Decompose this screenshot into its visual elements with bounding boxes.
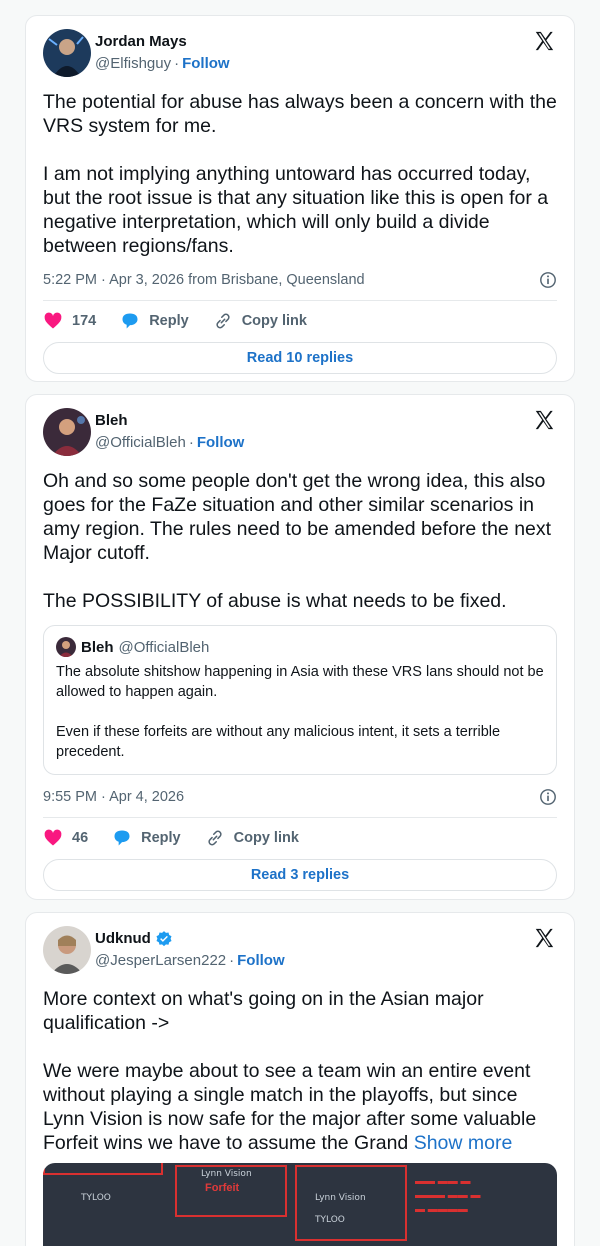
heart-icon xyxy=(44,829,62,846)
author-handle[interactable]: @JesperLarsen222 xyxy=(95,952,226,969)
tweet-timestamp[interactable]: 5:22 PM · Apr 3, 2026 from Brisbane, Que… xyxy=(43,272,365,288)
tweet-timestamp[interactable]: 9:55 PM · Apr 4, 2026 xyxy=(43,789,184,805)
avatar[interactable] xyxy=(43,408,91,456)
like-button[interactable]: 46 xyxy=(43,828,88,848)
tweet-text: The potential for abuse has always been … xyxy=(43,91,557,257)
reply-bubble-icon xyxy=(122,313,138,329)
avatar[interactable] xyxy=(43,29,91,77)
reply-button[interactable]: Reply xyxy=(112,828,181,848)
reply-bubble-icon xyxy=(114,830,130,846)
quoted-text: The absolute shitshow happening in Asia … xyxy=(56,664,544,760)
like-count: 174 xyxy=(72,313,97,329)
tweet-text: Oh and so some people don't get the wron… xyxy=(43,470,552,612)
tweet-header: Udknud @JesperLarsen222 · Follow xyxy=(43,925,557,975)
reply-label: Reply xyxy=(149,313,189,329)
link-icon xyxy=(216,313,230,329)
bracket-team: Lynn Vision xyxy=(315,1193,366,1203)
bracket-team: TYLOO xyxy=(315,1215,345,1225)
quoted-tweet[interactable]: Bleh @OfficialBleh The absolute shitshow… xyxy=(43,625,557,775)
verified-badge-icon xyxy=(156,931,172,947)
bracket-team: TYLOO xyxy=(81,1193,111,1203)
annotation-text: ▬▬ ▬▬ ▬ ▬▬▬ ▬▬ ▬ ▬ ▬▬▬▬ xyxy=(415,1176,481,1215)
heart-icon xyxy=(44,312,62,329)
tweet-header: Bleh @OfficialBleh · Follow xyxy=(43,407,557,457)
bracket-highlight xyxy=(295,1165,407,1241)
quoted-author-handle: @OfficialBleh xyxy=(118,638,210,656)
avatar[interactable] xyxy=(43,926,91,974)
copy-link-label: Copy link xyxy=(233,830,299,846)
author-name[interactable]: Udknud xyxy=(95,928,151,950)
quoted-avatar xyxy=(56,637,76,657)
tweet-card: Bleh @OfficialBleh · Follow Oh and so some… xyxy=(25,394,575,900)
info-icon[interactable] xyxy=(539,788,557,806)
reply-label: Reply xyxy=(141,830,181,846)
forfeit-label: Forfeit xyxy=(205,1182,240,1194)
tweet-header: Jordan Mays @Elfishguy · Follow xyxy=(43,28,557,78)
bracket-highlight xyxy=(43,1163,163,1175)
read-replies-button[interactable]: Read 10 replies xyxy=(43,342,557,374)
copy-link-button[interactable]: Copy link xyxy=(205,828,299,848)
tweet-media-image[interactable]: TYLOO Lynn Vision Forfeit Lynn Vision TY… xyxy=(43,1163,557,1246)
copy-link-button[interactable]: Copy link xyxy=(213,311,307,331)
x-logo-icon[interactable] xyxy=(533,927,555,949)
show-more-link[interactable]: Show more xyxy=(414,1132,513,1154)
tweet-text: More context on what's going on in the A… xyxy=(43,987,557,1155)
author-handle[interactable]: @OfficialBleh xyxy=(95,434,186,451)
copy-link-label: Copy link xyxy=(241,313,307,329)
tweet-card: Jordan Mays @Elfishguy · Follow The potent… xyxy=(25,15,575,382)
link-icon xyxy=(208,830,222,846)
author-name[interactable]: Bleh xyxy=(95,410,244,432)
quoted-author-name: Bleh xyxy=(81,638,114,656)
x-logo-icon[interactable] xyxy=(533,409,555,431)
like-count: 46 xyxy=(72,830,89,846)
author-handle[interactable]: @Elfishguy xyxy=(95,55,171,72)
read-replies-button[interactable]: Read 3 replies xyxy=(43,859,557,891)
tweet-text-body: More context on what's going on in the A… xyxy=(43,988,537,1154)
author-name[interactable]: Jordan Mays xyxy=(95,31,230,53)
reply-button[interactable]: Reply xyxy=(120,311,189,331)
follow-button[interactable]: Follow xyxy=(197,434,245,451)
info-icon[interactable] xyxy=(539,271,557,289)
follow-button[interactable]: Follow xyxy=(237,952,285,969)
follow-button[interactable]: Follow xyxy=(182,55,230,72)
like-button[interactable]: 174 xyxy=(43,311,96,331)
x-logo-icon[interactable] xyxy=(533,30,555,52)
bracket-team: Lynn Vision xyxy=(201,1169,252,1179)
tweet-card: Udknud @JesperLarsen222 · Follow More cont… xyxy=(25,912,575,1246)
